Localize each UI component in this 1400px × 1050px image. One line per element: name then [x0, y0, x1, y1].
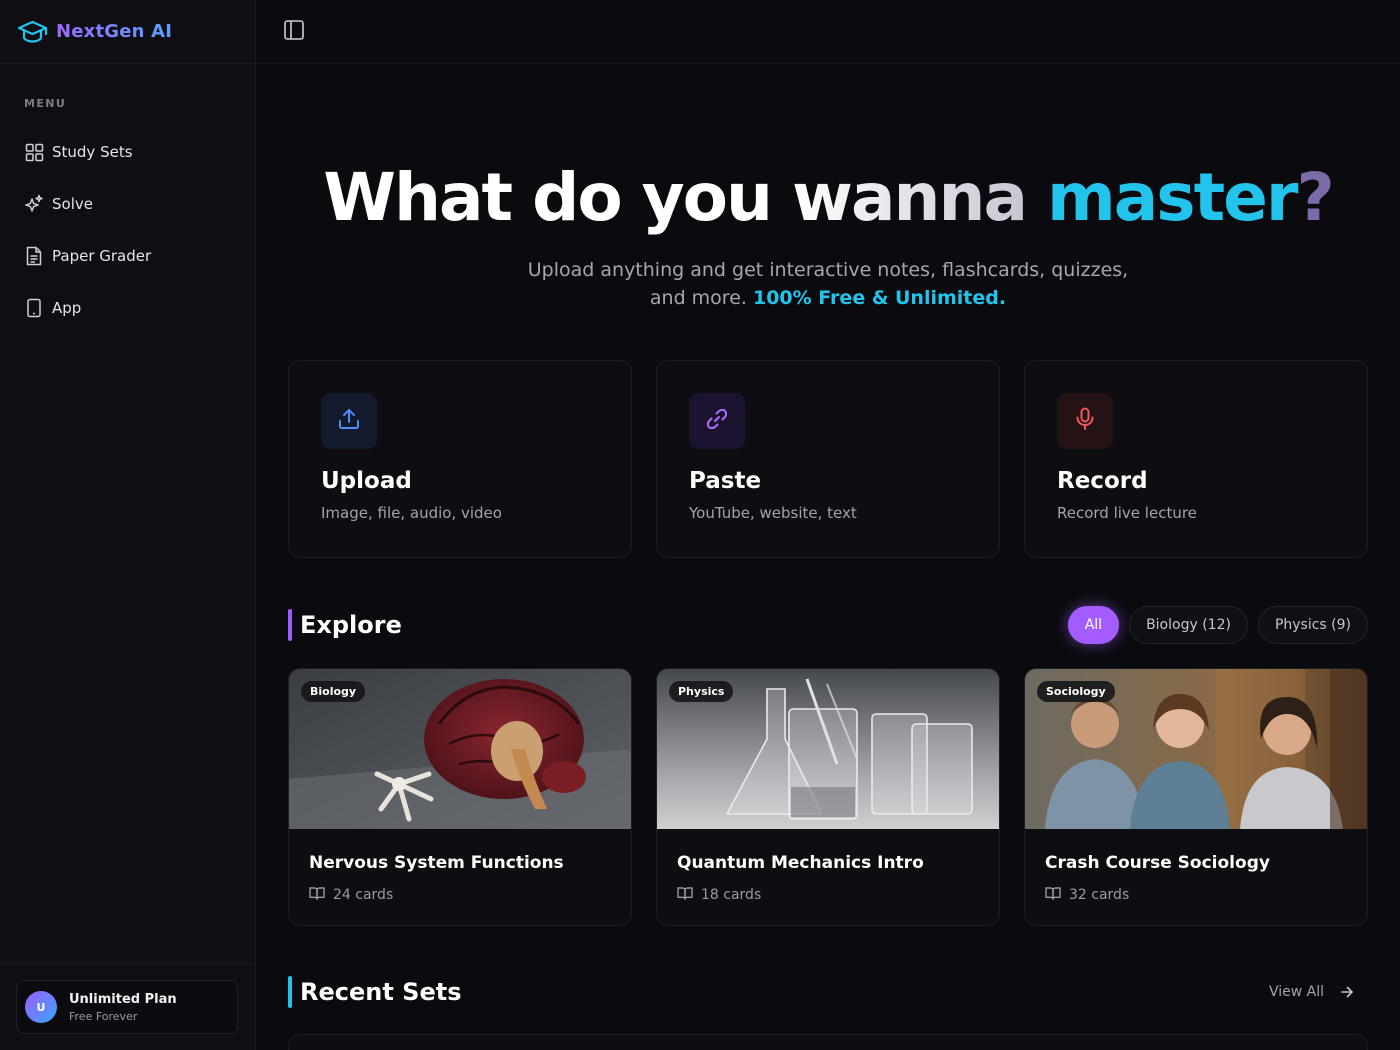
section-accent-bar [288, 976, 292, 1008]
action-description: Record live lecture [1057, 504, 1197, 522]
book-open-icon [677, 885, 693, 904]
plan-card[interactable]: U Unlimited Plan Free Forever [16, 980, 238, 1034]
paste-card[interactable]: Paste YouTube, website, text [656, 360, 1000, 558]
plan-section: U Unlimited Plan Free Forever [0, 963, 255, 1050]
microphone-icon [1072, 406, 1098, 436]
book-open-icon [1045, 885, 1061, 904]
action-cards: Upload Image, file, audio, video Paste Y… [288, 360, 1368, 558]
section-accent-bar [288, 609, 292, 641]
brand-name: NextGen AI [56, 21, 173, 42]
hero-title-part: What do you [323, 159, 773, 236]
sidebar-item-label: Solve [52, 195, 93, 213]
card-count: 32 cards [1069, 886, 1130, 903]
book-open-icon [309, 885, 325, 904]
action-title: Upload [321, 468, 412, 494]
study-set-meta: 32 cards [1045, 885, 1367, 904]
view-all-label: View All [1268, 984, 1324, 1000]
plan-title: Unlimited Plan [69, 991, 177, 1007]
brand[interactable]: NextGen AI [0, 0, 255, 64]
sidebar-item-study-sets[interactable]: Study Sets [16, 130, 239, 174]
upload-icon [336, 406, 362, 436]
sparkles-icon [24, 194, 44, 214]
document-icon [24, 246, 44, 266]
smartphone-icon [24, 298, 44, 318]
category-badge: Biology [301, 681, 366, 702]
study-set-card[interactable]: Sociology Crash Course Sociology 32 card… [1024, 668, 1368, 926]
record-card[interactable]: Record Record live lecture [1024, 360, 1368, 558]
action-description: YouTube, website, text [689, 504, 857, 522]
graduation-cap-icon [17, 20, 48, 44]
study-set-title: Crash Course Sociology [1045, 853, 1270, 873]
hero-subtitle: Upload anything and get interactive note… [518, 256, 1138, 312]
topbar [256, 0, 1400, 64]
card-count: 24 cards [333, 886, 394, 903]
sidebar-nav: Study Sets Solve Paper Grader App [16, 130, 239, 338]
sidebar-item-label: Study Sets [52, 143, 133, 161]
card-count: 18 cards [701, 886, 762, 903]
recent-header: Recent Sets View All [288, 974, 1368, 1010]
hero-title-question: ? [1296, 159, 1334, 236]
hero-highlight: 100% Free & Unlimited. [752, 287, 1007, 309]
hero-title-part: wanna [791, 159, 1028, 236]
plan-subtitle: Free Forever [69, 1009, 138, 1023]
action-description: Image, file, audio, video [321, 504, 502, 522]
sidebar-item-label: App [52, 299, 82, 317]
category-badge: Physics [669, 681, 734, 702]
upload-icon-box [321, 393, 377, 449]
study-set-thumbnail: Biology [289, 669, 631, 829]
filter-chip-biology[interactable]: Biology (12) [1129, 606, 1248, 644]
filter-chip-all[interactable]: All [1067, 606, 1120, 644]
sidebar: NextGen AI MENU Study Sets Solve Paper G… [0, 0, 256, 1050]
study-set-thumbnail: Physics [657, 669, 999, 829]
filter-chip-physics[interactable]: Physics (9) [1257, 606, 1368, 644]
explore-header: Explore All Biology (12) Physics (9) [288, 606, 1368, 644]
study-set-title: Quantum Mechanics Intro [677, 853, 924, 873]
study-set-meta: 18 cards [677, 885, 999, 904]
sidebar-item-label: Paper Grader [52, 247, 152, 265]
explore-grid: Biology Nervous System Functions 24 card… [288, 668, 1368, 926]
action-title: Paste [689, 468, 762, 494]
study-set-card[interactable]: Physics Quantum Mechanics Intro 18 cards [656, 668, 1000, 926]
grid-icon [24, 142, 44, 162]
study-set-meta: 24 cards [309, 885, 631, 904]
microphone-icon-box [1057, 393, 1113, 449]
category-badge: Sociology [1037, 681, 1115, 702]
recent-set-card[interactable] [288, 1034, 1368, 1050]
sidebar-item-app[interactable]: App [16, 286, 239, 330]
link-icon [704, 406, 730, 436]
plan-text: Unlimited Plan Free Forever [69, 992, 177, 1023]
hero-title: What do you wanna master? [256, 158, 1400, 238]
explore-title: Explore [300, 611, 402, 639]
sidebar-toggle-icon [283, 19, 305, 45]
sidebar-toggle-button[interactable] [283, 19, 305, 45]
action-title: Record [1057, 468, 1148, 494]
menu-label: MENU [24, 97, 67, 110]
arrow-right-icon [1340, 985, 1354, 999]
upload-card[interactable]: Upload Image, file, audio, video [288, 360, 632, 558]
link-icon-box [689, 393, 745, 449]
avatar: U [25, 991, 57, 1023]
main-content: What do you wanna master? Upload anythin… [256, 0, 1400, 1050]
sidebar-item-paper-grader[interactable]: Paper Grader [16, 234, 239, 278]
app-root: NextGen AI MENU Study Sets Solve Paper G… [0, 0, 1400, 1050]
study-set-title: Nervous System Functions [309, 853, 564, 873]
filter-chips: All Biology (12) Physics (9) [1067, 606, 1368, 644]
study-set-thumbnail: Sociology [1025, 669, 1367, 829]
recent-title: Recent Sets [300, 978, 462, 1006]
hero-title-highlight: master [1047, 159, 1298, 236]
sidebar-item-solve[interactable]: Solve [16, 182, 239, 226]
view-all-link[interactable]: View All [1269, 984, 1368, 1000]
study-set-card[interactable]: Biology Nervous System Functions 24 card… [288, 668, 632, 926]
